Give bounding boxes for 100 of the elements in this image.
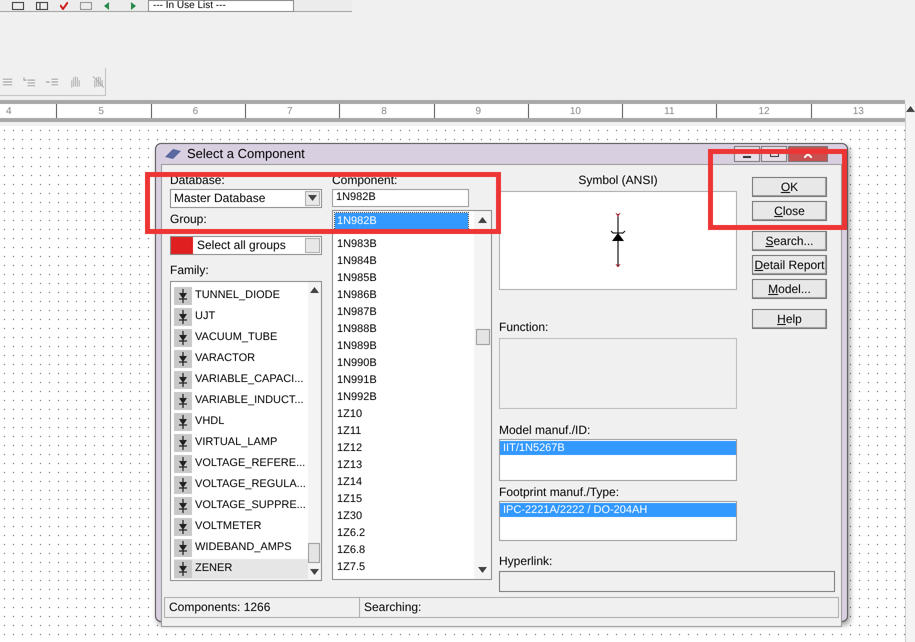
scroll-thumb[interactable] bbox=[308, 542, 320, 562]
family-item[interactable]: VOLTAGE_SUPPRE... bbox=[174, 496, 308, 516]
component-item[interactable]: 1Z14 bbox=[335, 474, 468, 490]
component-item[interactable]: 1N984B bbox=[335, 252, 468, 270]
field-label: Function: bbox=[499, 320, 550, 334]
scroll-thumb[interactable] bbox=[476, 328, 490, 344]
family-item[interactable]: VHDL bbox=[174, 412, 226, 432]
scroll-up-icon[interactable] bbox=[310, 286, 319, 292]
ruler-number: 8 bbox=[381, 104, 387, 118]
component-item[interactable]: 1N991B bbox=[335, 372, 468, 388]
ruler-number: 7 bbox=[286, 104, 293, 118]
scrollbar[interactable] bbox=[905, 104, 915, 642]
component-symbol-icon bbox=[174, 560, 192, 578]
component-symbol-icon bbox=[174, 412, 192, 430]
zener-diode-icon bbox=[610, 213, 626, 267]
family-item[interactable]: VACUUM_TUBE bbox=[174, 328, 280, 348]
group-select[interactable]: Select all groups bbox=[170, 236, 322, 254]
family-item[interactable]: ZENER bbox=[174, 558, 308, 578]
component-symbol-icon bbox=[174, 286, 192, 304]
scroll-down-icon[interactable] bbox=[478, 566, 487, 572]
ruler-number: 13 bbox=[852, 104, 864, 118]
hyperlink-field[interactable] bbox=[499, 570, 835, 592]
component-symbol-icon bbox=[174, 496, 192, 514]
component-item[interactable]: 1N989B bbox=[335, 338, 468, 354]
dialog-button[interactable]: OK bbox=[752, 176, 827, 196]
dialog-button[interactable]: Search... bbox=[752, 230, 827, 250]
ruler-number: 5 bbox=[98, 104, 104, 118]
ruler-number: 10 bbox=[570, 104, 581, 118]
dialog-button[interactable]: Help bbox=[752, 308, 827, 328]
component-symbol-icon bbox=[174, 328, 192, 346]
app-logo-icon bbox=[165, 148, 181, 159]
dotted-rect-icon[interactable] bbox=[80, 2, 92, 10]
ruler-number: 9 bbox=[476, 104, 482, 118]
dropdown-button[interactable] bbox=[305, 190, 320, 206]
component-symbol-icon bbox=[174, 350, 192, 368]
dialog-button[interactable]: Detail Report bbox=[752, 254, 827, 274]
all-groups-icon bbox=[171, 236, 193, 254]
in-use-dropdown[interactable]: --- In Use List --- bbox=[148, 0, 294, 12]
component-item[interactable]: 1Z6.8 bbox=[335, 542, 468, 558]
family-item[interactable]: TUNNEL_DIODE bbox=[174, 286, 282, 306]
ruler-number: 12 bbox=[758, 104, 770, 118]
field-label: Component: bbox=[332, 172, 398, 186]
family-item[interactable]: VOLTAGE_REFERE... bbox=[174, 454, 308, 474]
component-symbol-icon bbox=[174, 538, 192, 556]
component-item[interactable]: 1Z15 bbox=[335, 490, 468, 508]
family-item[interactable]: VOLTAGE_REGULA... bbox=[174, 474, 308, 494]
family-item[interactable]: VARIABLE_INDUCT... bbox=[174, 390, 306, 410]
status-text: Searching: bbox=[363, 599, 422, 616]
component-item[interactable]: 1Z11 bbox=[335, 422, 468, 440]
component-field[interactable]: 1N982B bbox=[332, 188, 469, 206]
family-item[interactable]: WIDEBAND_AMPS bbox=[174, 538, 294, 558]
component-item[interactable]: 1N983B bbox=[335, 236, 468, 252]
check-icon[interactable] bbox=[60, 2, 68, 10]
family-item[interactable]: UJT bbox=[174, 306, 218, 326]
dialog-button[interactable]: Model... bbox=[752, 278, 827, 298]
component-symbol-icon bbox=[174, 518, 192, 536]
component-item[interactable]: 1N987B bbox=[335, 304, 468, 320]
family-item[interactable]: VARACTOR bbox=[174, 348, 258, 368]
component-item[interactable]: 1N988B bbox=[335, 320, 468, 338]
component-item[interactable]: 1N990B bbox=[335, 354, 468, 372]
component-item[interactable]: 1Z6.2 bbox=[335, 524, 468, 542]
family-item[interactable]: VARIABLE_CAPACI... bbox=[174, 370, 306, 390]
component-symbol-icon bbox=[174, 434, 192, 452]
scroll-up-icon[interactable] bbox=[906, 106, 915, 112]
field-label: Footprint manuf./Type: bbox=[499, 484, 620, 498]
component-symbol-icon bbox=[174, 476, 192, 494]
component-symbol-icon bbox=[174, 392, 192, 410]
field-label: Model manuf./ID: bbox=[499, 422, 592, 436]
database-select[interactable]: Master Database bbox=[170, 188, 322, 208]
status-text: Components: 1266 bbox=[165, 598, 360, 616]
component-item[interactable]: 1Z10 bbox=[335, 406, 468, 422]
outdent-icon[interactable] bbox=[23, 76, 36, 88]
scroll-up-icon[interactable] bbox=[478, 216, 487, 222]
scroll-down-icon[interactable] bbox=[310, 568, 319, 574]
grid-icon[interactable] bbox=[12, 2, 24, 10]
ruler-number: 11 bbox=[664, 104, 675, 118]
family-item[interactable]: VOLTMETER bbox=[174, 516, 264, 536]
component-symbol-icon bbox=[174, 370, 192, 388]
ruler-number: 6 bbox=[192, 104, 198, 118]
component-item[interactable]: 1N992B bbox=[335, 388, 468, 406]
ruler-number: 4 bbox=[6, 104, 12, 118]
window-title: Select a Component bbox=[187, 145, 305, 163]
scroll-down-icon[interactable] bbox=[308, 195, 317, 201]
table-icon[interactable] bbox=[36, 2, 48, 10]
component-item[interactable]: 1Z30 bbox=[335, 508, 468, 524]
dialog-button[interactable]: Close bbox=[752, 200, 827, 220]
field-label: Group: bbox=[170, 212, 208, 226]
symbol-title: Symbol (ANSI) bbox=[577, 172, 659, 186]
component-item[interactable]: 1Z13 bbox=[335, 456, 468, 474]
field-label: Family: bbox=[170, 262, 210, 276]
field-label: Database: bbox=[170, 172, 226, 186]
component-item[interactable]: 1Z12 bbox=[335, 440, 468, 456]
component-item[interactable]: 1N985B bbox=[335, 270, 468, 286]
component-item[interactable]: 1Z7.5 bbox=[335, 558, 468, 576]
scrollbar[interactable] bbox=[308, 282, 321, 580]
scrollbar[interactable] bbox=[474, 210, 491, 578]
component-item[interactable]: 1N986B bbox=[335, 286, 468, 304]
family-item[interactable]: VIRTUAL_LAMP bbox=[174, 432, 280, 452]
component-symbol-icon bbox=[174, 454, 192, 472]
component-symbol-icon bbox=[174, 308, 192, 326]
